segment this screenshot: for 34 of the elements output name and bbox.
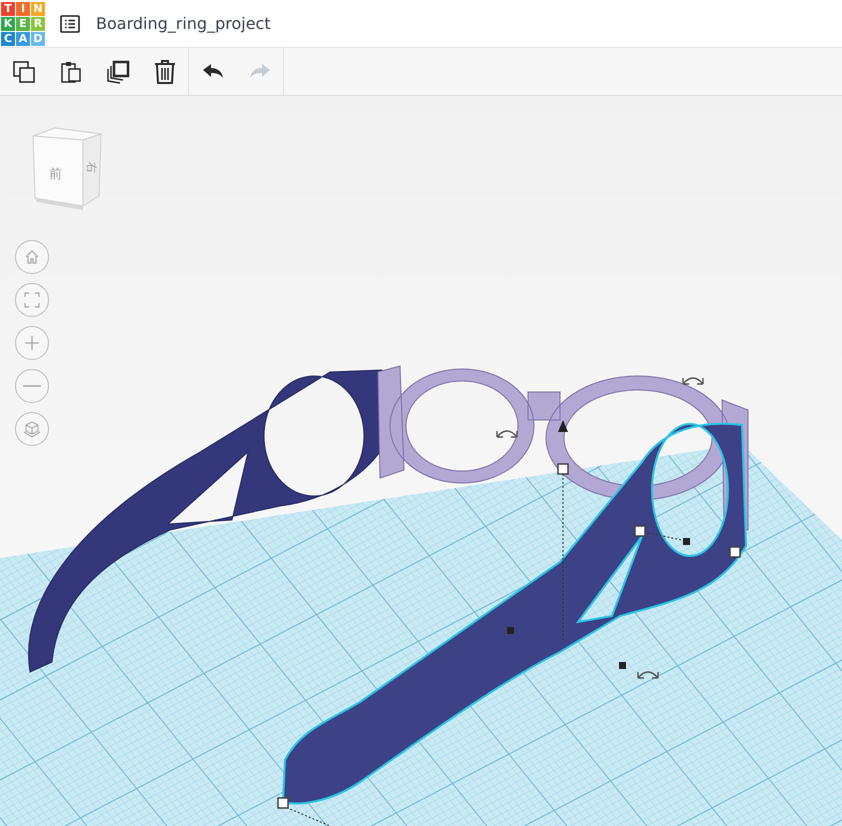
- resize-handle[interactable]: [634, 525, 646, 537]
- logo-letter: A: [16, 32, 30, 46]
- logo-letter: N: [31, 2, 45, 16]
- rotate-arrow-icon[interactable]: [682, 377, 704, 385]
- logo-letter: D: [31, 32, 45, 46]
- resize-handle[interactable]: [557, 463, 569, 475]
- logo-letter: R: [31, 16, 45, 30]
- trash-icon: [152, 58, 176, 84]
- logo-letter: E: [16, 16, 30, 30]
- home-icon: [24, 249, 40, 265]
- logo-letter: I: [16, 2, 30, 16]
- resize-handle[interactable]: [507, 627, 514, 634]
- logo-letter: K: [1, 16, 15, 30]
- list-icon: [60, 14, 80, 32]
- lift-handle-icon[interactable]: [558, 420, 568, 432]
- selected-temple-arm[interactable]: [282, 422, 747, 804]
- duplicate-icon: [104, 58, 130, 84]
- logo-letter: C: [1, 32, 15, 46]
- rotate-arrow-icon[interactable]: [496, 430, 518, 438]
- clipboard-icon: [58, 60, 82, 84]
- copy-icon: [12, 60, 36, 84]
- resize-handle[interactable]: [277, 797, 289, 809]
- project-title[interactable]: Boarding_ring_project: [96, 14, 271, 33]
- logo[interactable]: T I N K E R C A D: [1, 2, 45, 46]
- workplane-drawing[interactable]: [0, 366, 842, 826]
- resize-handle[interactable]: [729, 546, 741, 558]
- resize-handle[interactable]: [619, 662, 626, 669]
- rotate-arrow-icon[interactable]: [637, 671, 659, 679]
- cube-icon: [23, 420, 41, 438]
- zoom-in-icon: [24, 335, 40, 351]
- logo-letter: T: [1, 2, 15, 16]
- zoom-out-icon: [23, 384, 41, 388]
- resize-handle[interactable]: [683, 538, 690, 545]
- fit-view-icon: [24, 292, 40, 308]
